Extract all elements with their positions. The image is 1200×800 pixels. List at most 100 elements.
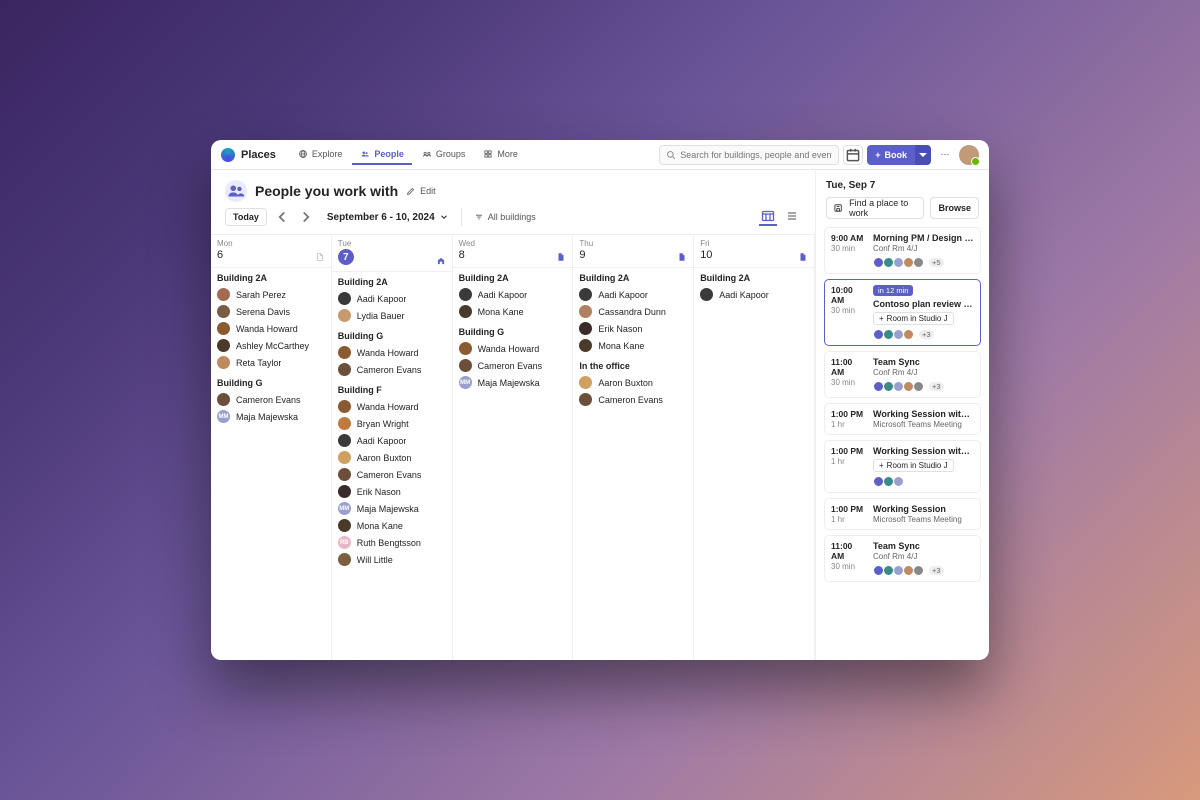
event-time: 10:00 AM30 min [831, 285, 867, 340]
avatar: MM [338, 502, 351, 515]
person-row[interactable]: Aadi Kapoor [338, 432, 446, 449]
person-row[interactable]: Sarah Perez [217, 286, 325, 303]
day-number: 8 [459, 249, 567, 261]
event-card[interactable]: 1:00 PM1 hrWorking Session with a very..… [824, 440, 981, 493]
person-row[interactable]: Wanda Howard [338, 398, 446, 415]
person-name: Lydia Bauer [357, 311, 405, 321]
prev-button[interactable] [273, 208, 291, 226]
day-header[interactable]: Tue7 [332, 235, 452, 272]
avatar [217, 305, 230, 318]
day-header[interactable]: Wed8 [453, 235, 573, 268]
avatar [459, 288, 472, 301]
attendee-more: +3 [929, 566, 944, 575]
person-row[interactable]: Cameron Evans [338, 361, 446, 378]
person-row[interactable]: Erik Nason [338, 483, 446, 500]
avatar [579, 305, 592, 318]
person-row[interactable]: Serena Davis [217, 303, 325, 320]
divider [461, 208, 462, 226]
date-range-dropdown[interactable]: September 6 - 10, 2024 [327, 212, 449, 223]
browse-button[interactable]: Browse [930, 197, 979, 219]
person-row[interactable]: Aaron Buxton [579, 374, 687, 391]
day-header[interactable]: Mon6 [211, 235, 331, 268]
person-row[interactable]: Aadi Kapoor [579, 286, 687, 303]
book-dropdown-button[interactable] [915, 145, 931, 165]
person-row[interactable]: Aadi Kapoor [338, 290, 446, 307]
search-input[interactable] [680, 150, 832, 160]
page-title: People you work with [255, 183, 398, 199]
person-row[interactable]: Wanda Howard [217, 320, 325, 337]
nav-people[interactable]: People [352, 145, 412, 165]
location-group: Building 2AAadi KapoorCassandra DunnErik… [573, 268, 693, 356]
person-row[interactable]: Mona Kane [338, 517, 446, 534]
person-row[interactable]: Aadi Kapoor [459, 286, 567, 303]
person-row[interactable]: Cameron Evans [217, 391, 325, 408]
plus-icon: + [879, 314, 884, 323]
person-row[interactable]: Mona Kane [579, 337, 687, 354]
event-card[interactable]: 1:00 PM1 hrWorking SessionMicrosoft Team… [824, 498, 981, 530]
person-row[interactable]: MMMaja Majewska [217, 408, 325, 425]
person-row[interactable]: Aaron Buxton [338, 449, 446, 466]
attendee-stack: +3 [873, 381, 974, 392]
person-row[interactable]: Cameron Evans [459, 357, 567, 374]
book-button[interactable]: + Book [867, 145, 915, 165]
person-name: Ruth Bengtsson [357, 538, 421, 548]
day-number: 10 [700, 249, 808, 261]
person-name: Mona Kane [478, 307, 524, 317]
plus-icon: + [875, 150, 880, 160]
person-row[interactable]: Bryan Wright [338, 415, 446, 432]
person-row[interactable]: RBRuth Bengtsson [338, 534, 446, 551]
group-title: Building G [338, 331, 446, 341]
event-card[interactable]: 1:00 PM1 hrWorking Session with a very..… [824, 403, 981, 435]
avatar [338, 363, 351, 376]
nav-explore[interactable]: Explore [290, 145, 351, 165]
edit-label: Edit [420, 186, 436, 196]
nav-groups[interactable]: Groups [414, 145, 474, 165]
room-chip[interactable]: +Room in Studio J [873, 459, 954, 472]
event-card[interactable]: 11:00 AM30 minTeam SyncConf Rm 4/J+3 [824, 535, 981, 582]
person-name: Aadi Kapoor [598, 290, 648, 300]
person-row[interactable]: Mona Kane [459, 303, 567, 320]
person-row[interactable]: Lydia Bauer [338, 307, 446, 324]
day-header[interactable]: Thu9 [573, 235, 693, 268]
profile-avatar[interactable] [959, 145, 979, 165]
person-row[interactable]: MMMaja Majewska [459, 374, 567, 391]
event-card[interactable]: 9:00 AM30 minMorning PM / Design SyncCon… [824, 227, 981, 274]
list-view-toggle[interactable] [783, 208, 801, 226]
person-row[interactable]: MMMaja Majewska [338, 500, 446, 517]
avatar [338, 468, 351, 481]
person-row[interactable]: Cameron Evans [579, 391, 687, 408]
person-row[interactable]: Aadi Kapoor [700, 286, 808, 303]
event-card[interactable]: 11:00 AM30 minTeam SyncConf Rm 4/J+3 [824, 351, 981, 398]
person-row[interactable]: Wanda Howard [338, 344, 446, 361]
room-chip[interactable]: +Room in Studio J [873, 312, 954, 325]
pencil-icon [406, 186, 416, 196]
people-icon [360, 149, 370, 159]
buildings-filter[interactable]: All buildings [474, 212, 536, 222]
day-header[interactable]: Fri10 [694, 235, 814, 268]
person-row[interactable]: Erik Nason [579, 320, 687, 337]
avatar [579, 288, 592, 301]
person-row[interactable]: Cassandra Dunn [579, 303, 687, 320]
event-card[interactable]: 10:00 AM30 minin 12 minContoso plan revi… [824, 279, 981, 346]
person-name: Erik Nason [357, 487, 401, 497]
today-button[interactable]: Today [225, 208, 267, 226]
person-row[interactable]: Wanda Howard [459, 340, 567, 357]
toolbar: Today September 6 - 10, 2024 All buildin… [211, 208, 815, 234]
more-menu-button[interactable]: ⋯ [935, 145, 955, 165]
board-view-toggle[interactable] [759, 208, 777, 226]
find-place-button[interactable]: Find a place to work [826, 197, 924, 219]
person-row[interactable]: Ashley McCarthey [217, 337, 325, 354]
edit-button[interactable]: Edit [406, 186, 436, 196]
person-row[interactable]: Will Little [338, 551, 446, 568]
next-button[interactable] [297, 208, 315, 226]
search-box[interactable] [659, 145, 839, 165]
person-name: Wanda Howard [357, 402, 419, 412]
nav-more[interactable]: More [475, 145, 526, 165]
person-row[interactable]: Reta Taylor [217, 354, 325, 371]
person-row[interactable]: Cameron Evans [338, 466, 446, 483]
avatar [217, 288, 230, 301]
day-of-week: Fri [700, 239, 808, 248]
event-body: Team SyncConf Rm 4/J+3 [873, 541, 974, 576]
calendar-shortcut-button[interactable] [843, 145, 863, 165]
location-group: In the officeAaron BuxtonCameron Evans [573, 356, 693, 410]
